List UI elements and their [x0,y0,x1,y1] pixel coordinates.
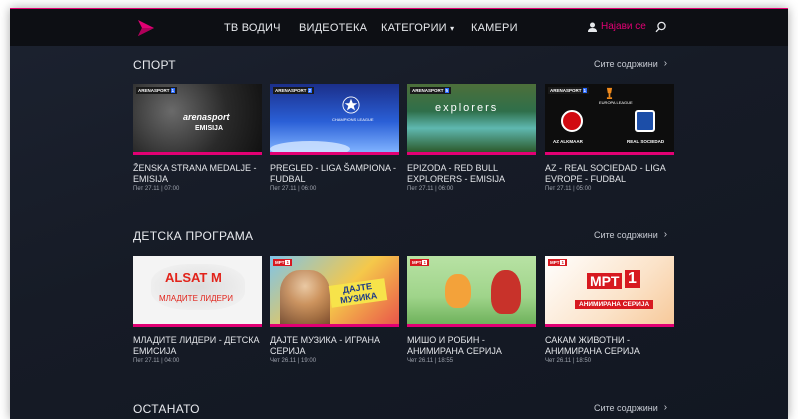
champions-league-star-icon [342,96,360,114]
chevron-right-icon: › [663,229,668,240]
channel-badge: ARENASPORT 5 [410,87,452,94]
thumbnail-text: ДАЈТЕ МУЗИКА [328,278,388,308]
people-group-graphic [280,270,330,324]
nav-categories[interactable]: КАТЕГОРИИ ▾ [381,22,454,34]
progress-bar [133,152,262,155]
see-all-sport-link[interactable]: Сите содржини › [594,58,667,69]
channel-badge: МРТ 1 [273,259,292,266]
progress-bar [407,324,536,327]
thumbnail-text: CHAMPIONS LEAGUE [332,117,374,122]
card-date: Пет 27.11 | 06:00 [407,186,454,192]
card-title: ДАЈТЕ МУЗИКА - ИГРАНА СЕРИЈА [270,335,381,356]
card-thumbnail: МРТ 1 МРТ 1 АНИМИРАНА СЕРИЈА [545,256,674,324]
stadium-icon [270,141,350,152]
content-card[interactable]: ARENASPORT 1 arenasport EMISIJA ŽENSKA ST… [133,84,262,193]
progress-bar [270,324,399,327]
thumbnail-text: EUROPA LEAGUE [599,100,633,105]
content-card[interactable]: ARENASPORT 2 CHAMPIONS LEAGUE PREGLED - L… [270,84,399,193]
progress-bar [270,152,399,155]
see-all-label: Сите содржини [594,402,658,413]
content-card[interactable]: ARENASPORT 5 explorers EPIZODA - RED BULL… [407,84,536,193]
thumbnail-subtext: МЛАДИТЕ ЛИДЕРИ [159,294,233,303]
login-button[interactable]: Најави се [588,21,646,32]
search-icon[interactable] [655,21,667,33]
card-thumbnail: ALSAT M МЛАДИТЕ ЛИДЕРИ [133,256,262,324]
content-card[interactable]: МРТ 1 МРТ 1 АНИМИРАНА СЕРИЈА САКАМ ЖИВОТН… [545,256,674,365]
nav-categories-label: КАТЕГОРИИ [381,22,447,34]
team-logo-real-sociedad [635,110,655,132]
card-thumbnail: ARENASPORT 1 arenasport EMISIJA [133,84,262,152]
card-date: Чет 26.11 | 19:00 [270,358,317,364]
chevron-down-icon: ▾ [450,24,455,33]
card-title: МИШО И РОБИН - АНИМИРАНА СЕРИЈА [407,335,502,356]
channel-badge: МРТ 1 [410,259,429,266]
progress-bar [133,324,262,327]
card-thumbnail: ARENASPORT 5 explorers [407,84,536,152]
thumbnail-text: explorers [435,102,499,114]
card-thumbnail: МРТ 1 [407,256,536,324]
progress-bar [545,152,674,155]
nav-cameras[interactable]: КАМЕРИ [471,22,518,34]
thumbnail-left-team: AZ ALKMAAR [553,139,583,144]
section-title-kids: ДЕТСКА ПРОГРАМА [133,229,254,243]
card-title: МЛАДИТЕ ЛИДЕРИ - ДЕТСКА ЕМИСИЈА [133,335,260,356]
team-logo-az [561,110,583,132]
see-all-other-link[interactable]: Сите содржини › [594,402,667,413]
card-thumbnail: МРТ 1 ДАЈТЕ МУЗИКА [270,256,399,324]
chevron-right-icon: › [663,58,668,69]
card-title: AZ - REAL SOCIEDAD - LIGA EVROPE - FUDBA… [545,163,666,184]
thumbnail-subtext: АНИМИРАНА СЕРИЈА [575,300,654,309]
nav-tv-guide[interactable]: ТВ ВОДИЧ [224,22,281,34]
top-navigation-bar: ТВ ВОДИЧ ВИДЕОТЕКА КАТЕГОРИИ ▾ КАМЕРИ На… [10,8,788,46]
channel-badge: ARENASPORT 1 [548,87,590,94]
card-date: Чет 26.11 | 18:55 [407,358,454,364]
content-card[interactable]: ALSAT M МЛАДИТЕ ЛИДЕРИ МЛАДИТЕ ЛИДЕРИ - … [133,256,262,365]
cartoon-cat-graphic [445,274,471,308]
card-date: Пет 27.11 | 07:00 [133,186,180,192]
channel-badge: ARENASPORT 1 [136,87,178,94]
thumbnail-right-team: REAL SOCIEDAD [627,139,665,144]
user-icon [588,22,597,32]
thumbnail-subtext: EMISIJA [195,125,224,132]
card-date: Пет 27.11 | 04:00 [133,358,180,364]
card-date: Пет 27.11 | 06:00 [270,186,317,192]
content-card[interactable]: ARENASPORT 1 EUROPA LEAGUE AZ ALKMAAR REA… [545,84,674,193]
progress-bar [545,324,674,327]
card-title: ŽENSKA STRANA MEDALJE - EMISIJA [133,163,257,184]
card-date: Пет 27.11 | 05:00 [545,186,592,192]
card-date: Чет 26.11 | 18:50 [545,358,592,364]
thumbnail-text: arenasport [183,112,230,122]
see-all-label: Сите содржини [594,229,658,240]
europa-league-trophy-icon [606,87,613,99]
card-thumbnail: ARENASPORT 2 CHAMPIONS LEAGUE [270,84,399,152]
app-window: ТВ ВОДИЧ ВИДЕОТЕКА КАТЕГОРИИ ▾ КАМЕРИ На… [10,8,788,419]
card-title: PREGLED - LIGA ŠAMPIONA - FUDBAL [270,163,397,184]
content-card[interactable]: МРТ 1 МИШО И РОБИН - АНИМИРАНА СЕРИЈА Чет… [407,256,536,365]
thumbnail-text: ALSAT M [165,270,222,285]
card-title: EPIZODA - RED BULL EXPLORERS - EMISIJA [407,163,506,184]
channel-number: 1 [625,270,640,288]
section-title-sport: СПОРТ [133,58,176,72]
content-card[interactable]: МРТ 1 ДАЈТЕ МУЗИКА ДАЈТЕ МУЗИКА - ИГРАНА … [270,256,399,365]
cartoon-bear-graphic [491,270,521,314]
see-all-label: Сите содржини [594,58,658,69]
card-thumbnail: ARENASPORT 1 EUROPA LEAGUE AZ ALKMAAR REA… [545,84,674,152]
chevron-right-icon: › [663,402,668,413]
brand-logo-icon[interactable] [136,18,156,38]
thumbnail-text: МРТ [587,273,623,289]
progress-bar [407,152,536,155]
card-title: САКАМ ЖИВОТНИ - АНИМИРАНА СЕРИЈА [545,335,640,356]
channel-badge: МРТ 1 [548,259,567,266]
channel-badge: ARENASPORT 2 [273,87,315,94]
login-label: Најави се [601,21,646,32]
section-title-other: ОСТАНАТО [133,402,200,416]
nav-video-library[interactable]: ВИДЕОТЕКА [299,22,367,34]
see-all-kids-link[interactable]: Сите содржини › [594,229,667,240]
